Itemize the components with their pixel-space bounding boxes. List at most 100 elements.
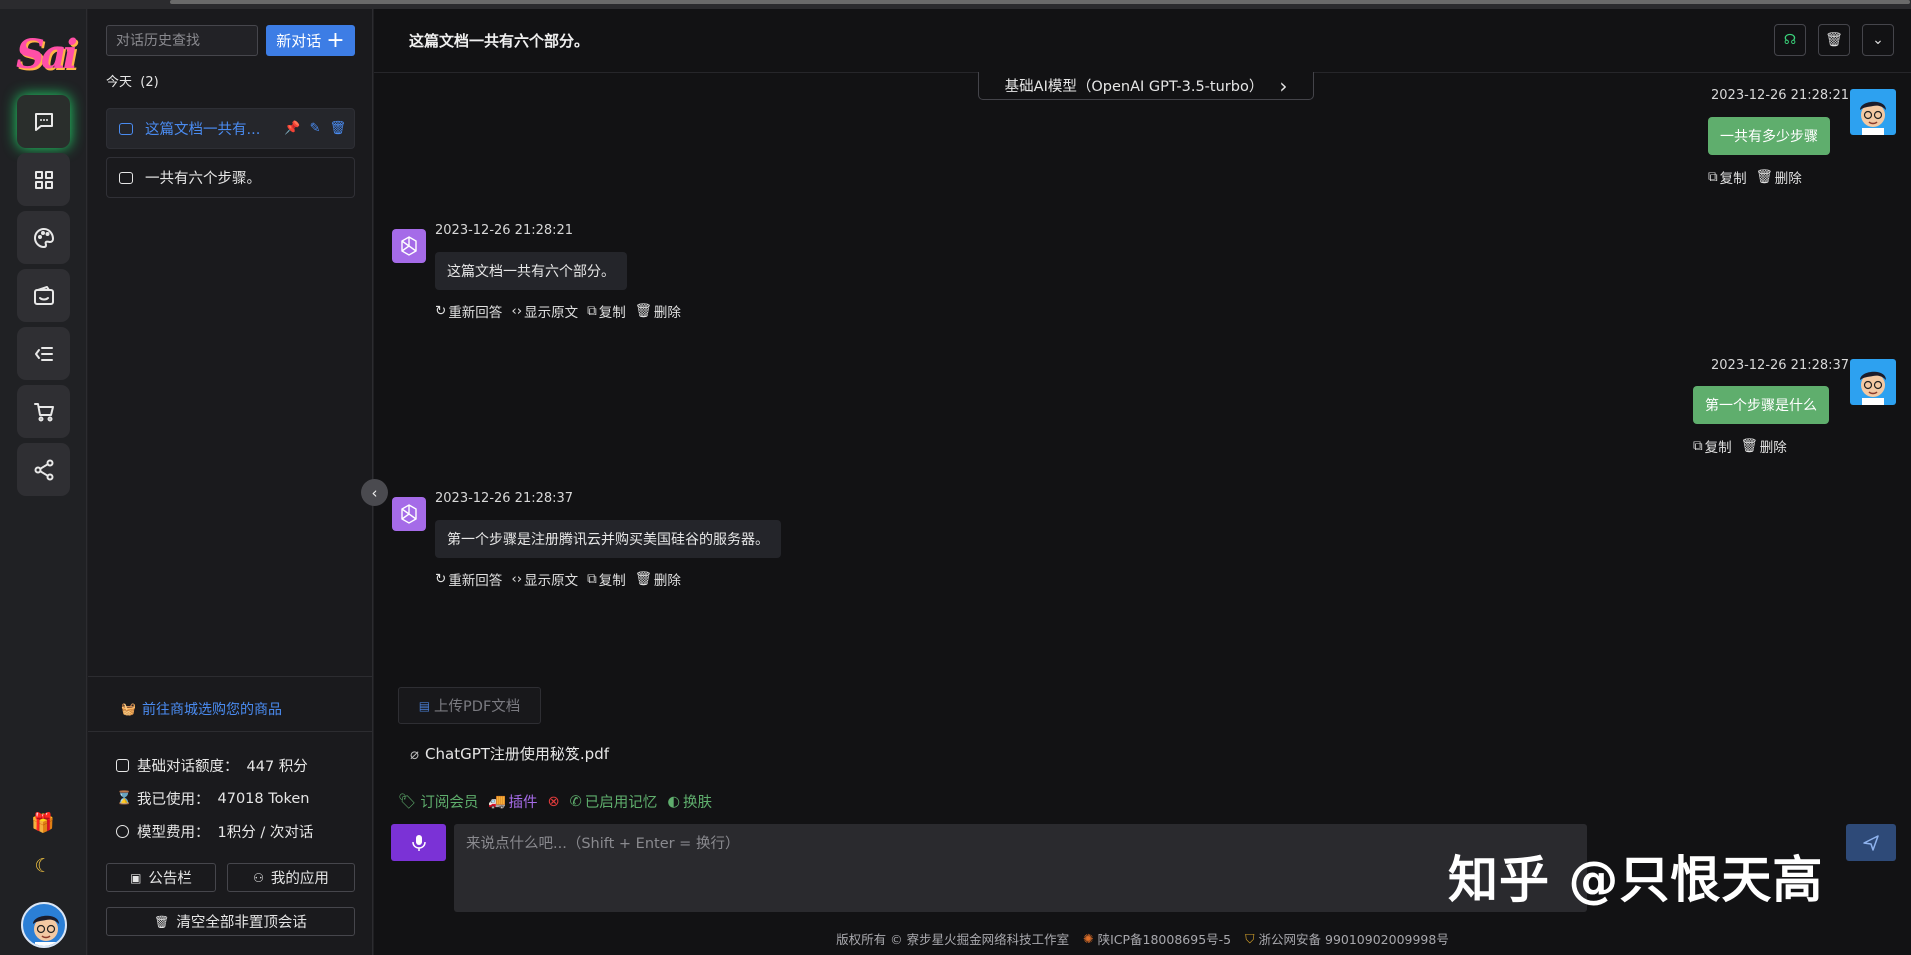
- avatar-face-icon: [1860, 371, 1886, 405]
- new-chat-button[interactable]: 新对话 +: [266, 25, 355, 56]
- police-text: 浙公网安备 99010902009998号: [1258, 932, 1449, 947]
- icp-text: 陕ICP备18008695号-5: [1097, 932, 1232, 947]
- regenerate-action[interactable]: ↻ 重新回答: [435, 569, 502, 589]
- chat-header: 这篇文档一共有六个部分。 ☊ 🗑 ⌄: [374, 9, 1911, 73]
- memory-label: 已启用记忆: [584, 795, 658, 811]
- code-icon: ‹›: [511, 303, 523, 319]
- edit-icon[interactable]: ✎: [310, 121, 321, 136]
- basket-icon: 🧺: [121, 702, 136, 716]
- conversation-item-active[interactable]: 这篇文档一共有... 📌 ✎ 🗑: [106, 108, 355, 149]
- coin-icon: [116, 825, 129, 838]
- wallet-nav-button[interactable]: [17, 269, 70, 322]
- conversation-item[interactable]: 一共有六个步骤。: [106, 157, 355, 198]
- theme-label: 换肤: [682, 795, 712, 811]
- plus-icon: +: [326, 27, 345, 53]
- regenerate-label: 重新回答: [448, 305, 503, 321]
- plugin-label: 插件: [508, 795, 538, 811]
- subscribe-label: 订阅会员: [420, 795, 479, 811]
- plugin-icon: 🚚: [488, 794, 507, 810]
- copy-action[interactable]: ⧉ 复制: [587, 569, 626, 589]
- headset-icon: ☊: [1783, 32, 1797, 48]
- sidebar-divider: [88, 731, 373, 732]
- history-search-input[interactable]: [106, 25, 258, 56]
- microphone-icon: [411, 834, 426, 851]
- trash-icon: 🗑: [154, 914, 170, 929]
- stat-value: 1积分 / 次对话: [217, 825, 314, 841]
- copy-action[interactable]: ⧉ 复制: [587, 301, 626, 321]
- delete-label: 删除: [1759, 440, 1787, 456]
- attached-file[interactable]: ⌀ ChatGPT注册使用秘笈.pdf: [410, 743, 609, 764]
- pin-icon[interactable]: 📌: [284, 121, 300, 136]
- subscribe-button[interactable]: 🏷 订阅会员: [398, 791, 478, 812]
- model-selector[interactable]: 基础AI模型（OpenAI GPT-3.5-turbo） ›: [978, 72, 1314, 100]
- shop-nav-button[interactable]: [17, 385, 70, 438]
- delete-action[interactable]: 🗑 删除: [635, 301, 681, 321]
- collapse-sidebar-button[interactable]: ‹: [361, 479, 388, 506]
- show-source-label: 显示原文: [524, 573, 579, 589]
- notice-icon: ▣: [130, 870, 142, 885]
- message-timestamp: 2023-12-26 21:28:37: [435, 491, 574, 506]
- police-link[interactable]: ⛉ 浙公网安备 99010902009998号: [1245, 929, 1449, 948]
- voice-input-button[interactable]: [391, 824, 446, 861]
- theme-toggle[interactable]: ◐ 换肤: [667, 791, 712, 812]
- regenerate-action[interactable]: ↻ 重新回答: [435, 301, 502, 321]
- delete-action[interactable]: 🗑 删除: [1741, 436, 1787, 456]
- memory-button[interactable]: ✆ 已启用记忆: [570, 791, 658, 812]
- plugin-button[interactable]: 🚚 插件: [488, 791, 537, 812]
- message-input[interactable]: [454, 824, 1587, 912]
- copy-icon: ⧉: [587, 571, 597, 587]
- my-apps-button[interactable]: ⚇ 我的应用: [227, 863, 355, 892]
- ai-message-bubble: 这篇文档一共有六个部分。: [435, 252, 627, 290]
- copy-action[interactable]: ⧉ 复制: [1693, 436, 1732, 456]
- mall-link-label: 前往商城选购您的商品: [141, 702, 282, 718]
- message-actions: ↻ 重新回答 ‹› 显示原文 ⧉ 复制 🗑 删除: [435, 301, 681, 321]
- chat-icon: [34, 112, 53, 131]
- gift-icon[interactable]: 🎁: [31, 810, 55, 834]
- mall-link[interactable]: 🧺 前往商城选购您的商品: [121, 699, 282, 719]
- stat-value: 47018 Token: [217, 790, 310, 807]
- list-nav-button[interactable]: [17, 327, 70, 380]
- list-indent-icon: [34, 346, 53, 361]
- clear-conversations-button[interactable]: 🗑 清空全部非置顶会话: [106, 907, 355, 936]
- horizontal-scrollbar[interactable]: [170, 0, 1910, 4]
- disable-button[interactable]: ⊗: [547, 794, 559, 810]
- trash-icon: 🗑: [634, 303, 652, 319]
- stat-label: 模型费用：: [137, 825, 210, 841]
- more-button[interactable]: ⌄: [1862, 24, 1894, 56]
- show-source-label: 显示原文: [524, 305, 579, 321]
- trash-icon: 🗑: [1825, 32, 1843, 48]
- share-nav-button[interactable]: [17, 443, 70, 496]
- zhihu-watermark: 知乎 @只恨天高: [1448, 851, 1824, 909]
- toggle-icon: ◐: [667, 793, 680, 810]
- moon-icon[interactable]: ☾: [31, 854, 55, 878]
- conversation-title: 一共有六个步骤。: [145, 171, 261, 187]
- show-source-action[interactable]: ‹› 显示原文: [511, 301, 578, 321]
- trash-icon[interactable]: 🗑: [329, 121, 346, 136]
- apps-icon: ⚇: [253, 870, 264, 885]
- chat-title: 这篇文档一共有六个部分。: [409, 32, 590, 50]
- headset-button[interactable]: ☊: [1774, 24, 1806, 56]
- chat-nav-button[interactable]: [17, 95, 70, 148]
- user-avatar[interactable]: [21, 902, 67, 948]
- draw-nav-button[interactable]: [17, 211, 70, 264]
- delete-action[interactable]: 🗑 删除: [635, 569, 681, 589]
- icp-link[interactable]: ✺ 陕ICP备18008695号-5: [1083, 929, 1231, 948]
- chat-bubble-icon: [119, 122, 133, 135]
- pdf-file-icon: ▤: [418, 698, 431, 713]
- avatar-face-icon: [33, 915, 59, 946]
- user-message-bubble: 第一个步骤是什么: [1693, 386, 1829, 424]
- chevron-right-icon: ›: [1279, 73, 1288, 98]
- show-source-action[interactable]: ‹› 显示原文: [511, 569, 578, 589]
- message-actions: ⧉ 复制 🗑 删除: [1693, 436, 1787, 456]
- send-button[interactable]: [1846, 824, 1896, 861]
- delete-action[interactable]: 🗑 删除: [1756, 167, 1802, 187]
- notice-button[interactable]: ▣ 公告栏: [106, 863, 216, 892]
- notice-label: 公告栏: [148, 871, 192, 887]
- app-logo: Sai: [16, 31, 78, 78]
- upload-pdf-button[interactable]: ▤ 上传PDF文档: [398, 687, 541, 724]
- delete-chat-button[interactable]: 🗑: [1818, 24, 1850, 56]
- grid-icon: [34, 170, 53, 189]
- message-timestamp: 2023-12-26 21:28:21: [435, 223, 574, 238]
- copy-action[interactable]: ⧉ 复制: [1708, 167, 1747, 187]
- apps-nav-button[interactable]: [17, 153, 70, 206]
